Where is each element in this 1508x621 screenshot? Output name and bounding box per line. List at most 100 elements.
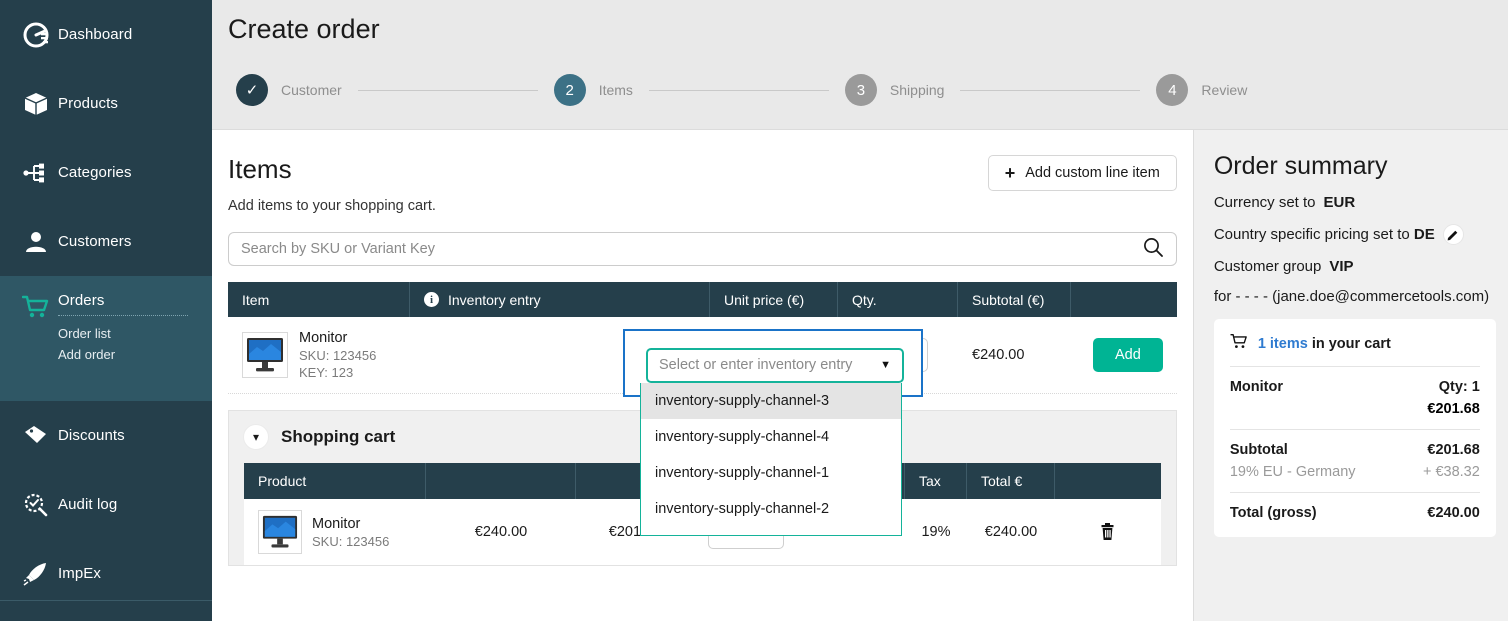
- step-customer[interactable]: ✓ Customer: [236, 74, 342, 106]
- column-header-inventory-entry-label: Inventory entry: [448, 292, 541, 308]
- column-header-qty: Qty.: [838, 282, 958, 317]
- sidebar-divider: [0, 600, 212, 601]
- sidebar-subitem-add-order[interactable]: Add order: [58, 344, 188, 365]
- add-custom-line-item-label: Add custom line item: [1025, 165, 1160, 181]
- summary-customer-line: for - - - - (jane.doe@commercetools.com): [1214, 288, 1496, 305]
- step-items[interactable]: 2 Items: [554, 74, 633, 106]
- summary-line-item-price-row: €201.68: [1230, 401, 1480, 417]
- sidebar-item-dashboard[interactable]: Dashboard: [0, 0, 212, 69]
- column-header-inventory-entry: i Inventory entry: [410, 282, 710, 317]
- card-divider: [1230, 366, 1480, 367]
- cart-column-actions: [1055, 463, 1161, 499]
- cart-unit-price: €240.00: [426, 499, 576, 565]
- step-label: Customer: [281, 82, 342, 98]
- inventory-option[interactable]: inventory-supply-channel-1: [641, 455, 901, 491]
- column-header-unit-price: Unit price (€): [710, 282, 838, 317]
- order-summary-title: Order summary: [1214, 152, 1496, 181]
- summary-total-value: €240.00: [1427, 505, 1479, 521]
- product-thumbnail: [242, 332, 288, 378]
- summary-tax-row: 19% EU - Germany + €38.32: [1230, 464, 1480, 480]
- sidebar-item-impex[interactable]: ImpEx: [0, 539, 212, 608]
- step-label: Shipping: [890, 82, 945, 98]
- step-review[interactable]: 4 Review: [1156, 74, 1247, 106]
- sidebar-item-categories[interactable]: Categories: [0, 138, 212, 207]
- user-icon: [14, 229, 58, 255]
- cart-summary-count-text: 1 items in your cart: [1258, 336, 1391, 352]
- cart-count-suffix: in your cart: [1308, 336, 1391, 352]
- cart-column-product: Product: [244, 463, 426, 499]
- item-action-cell: Add: [1071, 317, 1177, 394]
- inventory-entry-input[interactable]: Select or enter inventory entry ▼: [646, 348, 904, 383]
- sidebar-active-underline: [58, 315, 188, 316]
- search-field[interactable]: [228, 232, 1177, 266]
- sidebar-item-label: Categories: [58, 164, 132, 181]
- sitemap-icon: [14, 160, 58, 186]
- summary-total-label: Total (gross): [1230, 505, 1317, 521]
- items-table-header: Item i Inventory entry Unit price (€) Qt…: [228, 282, 1177, 317]
- add-item-button[interactable]: Add: [1093, 338, 1163, 372]
- sidebar-orders-body: Orders Order list Add order: [58, 292, 188, 365]
- search-icon[interactable]: [1142, 236, 1164, 263]
- item-product-sku: SKU: 123456: [299, 347, 376, 364]
- cart-column-total: Total €: [967, 463, 1055, 499]
- delete-line-item-button[interactable]: [1093, 517, 1123, 547]
- plus-icon: +: [1005, 164, 1016, 182]
- cart-actions-cell: [1055, 499, 1161, 565]
- search-input[interactable]: [241, 241, 1142, 257]
- sidebar-item-discounts[interactable]: Discounts: [0, 401, 212, 470]
- box-icon: [14, 91, 58, 117]
- sidebar-item-label: ImpEx: [58, 565, 101, 582]
- summary-subtotal-label: Subtotal: [1230, 442, 1288, 458]
- info-icon[interactable]: i: [424, 292, 439, 307]
- add-custom-line-item-button[interactable]: + Add custom line item: [988, 155, 1177, 191]
- sidebar-item-label: Dashboard: [58, 26, 132, 43]
- sidebar-item-label: Customers: [58, 233, 131, 250]
- page-title: Create order: [228, 14, 380, 45]
- dashboard-icon: [14, 22, 58, 48]
- sidebar-item-orders[interactable]: Orders Order list Add order: [0, 276, 212, 401]
- column-header-actions: [1071, 282, 1177, 317]
- sidebar-item-label: Audit log: [58, 496, 117, 513]
- summary-country-value: DE: [1414, 226, 1435, 243]
- item-product-cell: Monitor SKU: 123456 KEY: 123: [228, 317, 410, 394]
- column-header-item: Item: [228, 282, 410, 317]
- sidebar-subitem-order-list[interactable]: Order list: [58, 323, 188, 344]
- summary-group-value: VIP: [1329, 258, 1353, 275]
- edit-pencil-icon[interactable]: [1443, 224, 1464, 245]
- summary-line-item-price: €201.68: [1427, 401, 1479, 417]
- summary-total-row: Total (gross) €240.00: [1230, 505, 1480, 521]
- step-label: Review: [1201, 82, 1247, 98]
- inventory-option[interactable]: inventory-supply-channel-3: [641, 383, 901, 419]
- step-badge: 3: [845, 74, 877, 106]
- item-product-name: Monitor: [299, 329, 376, 347]
- sidebar-item-products[interactable]: Products: [0, 69, 212, 138]
- item-subtotal: €240.00: [958, 317, 1071, 394]
- chevron-down-icon[interactable]: ▼: [880, 359, 891, 371]
- summary-country-line: Country specific pricing set to DE: [1214, 224, 1496, 245]
- summary-group-prefix: Customer group: [1214, 258, 1322, 275]
- summary-country-text: Country specific pricing set to DE: [1214, 226, 1435, 243]
- step-shipping[interactable]: 3 Shipping: [845, 74, 945, 106]
- summary-currency-line: Currency set to EUR: [1214, 194, 1496, 211]
- sidebar-item-customers[interactable]: Customers: [0, 207, 212, 276]
- tag-icon: [14, 423, 58, 449]
- sidebar-item-audit-log[interactable]: Audit log: [0, 470, 212, 539]
- step-badge: ✓: [236, 74, 268, 106]
- main-sidebar: Dashboard Products Categories Customers: [0, 0, 212, 621]
- card-divider: [1230, 429, 1480, 430]
- summary-line-item-row: Monitor Qty: 1: [1230, 379, 1480, 395]
- chevron-down-icon[interactable]: ▾: [243, 424, 269, 450]
- summary-line-item-qty: Qty: 1: [1439, 379, 1480, 395]
- product-thumbnail: [258, 510, 302, 554]
- main-region: Create order ✓ Customer 2 Items 3 Shippi…: [212, 0, 1508, 621]
- cart-product-sku: SKU: 123456: [312, 533, 389, 550]
- summary-subtotal-value: €201.68: [1427, 442, 1479, 458]
- inventory-option[interactable]: inventory-supply-channel-4: [641, 419, 901, 455]
- inventory-entry-dropdown-menu[interactable]: inventory-supply-channel-3 inventory-sup…: [640, 383, 902, 536]
- item-product-key: KEY: 123: [299, 364, 376, 381]
- audit-icon: [14, 492, 58, 518]
- inventory-option[interactable]: inventory-supply-channel-2: [641, 491, 901, 527]
- sidebar-item-label: Discounts: [58, 427, 125, 444]
- step-connector: [960, 90, 1140, 91]
- cart-icon: [14, 292, 58, 320]
